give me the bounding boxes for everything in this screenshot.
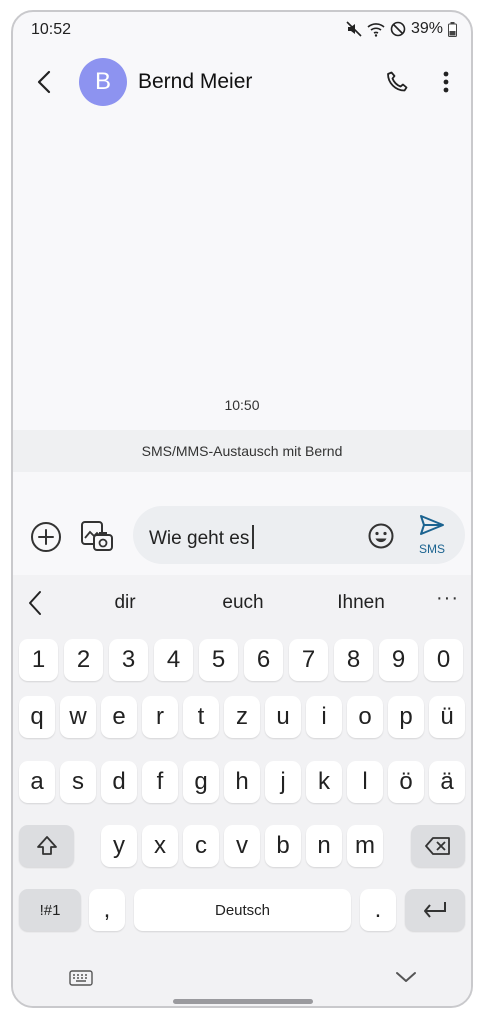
key-d[interactable]: d [101, 761, 137, 803]
app-bar: B Bernd Meier [13, 52, 471, 112]
chevron-down-icon[interactable] [395, 970, 417, 984]
back-button[interactable] [29, 66, 59, 98]
message-composer: Wie geht es SMS [13, 502, 471, 574]
key-x[interactable]: x [142, 825, 178, 867]
add-attachment-icon[interactable] [29, 520, 63, 554]
key-g[interactable]: g [183, 761, 219, 803]
key-1[interactable]: 1 [19, 639, 58, 681]
send-sms-button[interactable]: SMS [413, 514, 451, 558]
more-vertical-icon [443, 71, 449, 93]
status-bar: 10:52 39% [13, 12, 471, 52]
key-y[interactable]: y [101, 825, 137, 867]
key-j[interactable]: j [265, 761, 301, 803]
do-not-disturb-icon [390, 21, 406, 37]
key-0[interactable]: 0 [424, 639, 463, 681]
key-s[interactable]: s [60, 761, 96, 803]
key-o-umlaut[interactable]: ö [388, 761, 424, 803]
send-label: SMS [418, 542, 445, 556]
home-indicator[interactable] [173, 999, 313, 1004]
key-o[interactable]: o [347, 696, 383, 738]
period-key[interactable]: . [360, 889, 396, 931]
more-options-button[interactable] [433, 66, 459, 98]
suggestion-3[interactable]: Ihnen [316, 592, 406, 614]
message-input-text[interactable]: Wie geht es [149, 525, 254, 550]
shift-key[interactable] [19, 825, 74, 867]
message-timestamp: 10:50 [224, 397, 260, 413]
key-z[interactable]: z [224, 696, 260, 738]
key-q[interactable]: q [19, 696, 55, 738]
keyboard: dir euch Ihnen ··· 1 2 3 4 5 6 7 8 9 0 q… [13, 575, 471, 1006]
chevron-left-icon [37, 70, 51, 94]
emoji-icon[interactable] [367, 522, 395, 550]
key-w[interactable]: w [60, 696, 96, 738]
key-k[interactable]: k [306, 761, 342, 803]
key-v[interactable]: v [224, 825, 260, 867]
key-3[interactable]: 3 [109, 639, 148, 681]
key-5[interactable]: 5 [199, 639, 238, 681]
key-t[interactable]: t [183, 696, 219, 738]
key-i[interactable]: i [306, 696, 342, 738]
key-h[interactable]: h [224, 761, 260, 803]
key-f[interactable]: f [142, 761, 178, 803]
key-a-umlaut[interactable]: ä [429, 761, 465, 803]
battery-level: 39% [410, 20, 443, 37]
backspace-icon [425, 837, 450, 855]
send-icon [420, 515, 444, 535]
key-2[interactable]: 2 [64, 639, 103, 681]
navigation-bar [13, 948, 471, 1006]
key-m[interactable]: m [347, 825, 383, 867]
symbols-key[interactable]: !#1 [19, 889, 81, 931]
key-a[interactable]: a [19, 761, 55, 803]
key-e[interactable]: e [101, 696, 137, 738]
key-u[interactable]: u [265, 696, 301, 738]
key-u-umlaut[interactable]: ü [429, 696, 465, 738]
wifi-icon [367, 21, 385, 37]
suggestion-more-button[interactable]: ··· [436, 587, 459, 610]
key-b[interactable]: b [265, 825, 301, 867]
battery-icon [448, 21, 457, 37]
contact-avatar[interactable]: B [79, 58, 127, 106]
key-n[interactable]: n [306, 825, 342, 867]
gallery-camera-icon[interactable] [79, 518, 115, 554]
key-p[interactable]: p [388, 696, 424, 738]
key-8[interactable]: 8 [334, 639, 373, 681]
key-r[interactable]: r [142, 696, 178, 738]
key-9[interactable]: 9 [379, 639, 418, 681]
key-7[interactable]: 7 [289, 639, 328, 681]
space-key[interactable]: Deutsch [134, 889, 351, 931]
phone-icon [387, 71, 408, 92]
mute-icon [346, 21, 362, 37]
keyboard-icon[interactable] [69, 970, 93, 986]
contact-name[interactable]: Bernd Meier [138, 70, 252, 94]
status-time: 10:52 [31, 21, 72, 38]
suggestion-2[interactable]: euch [198, 592, 288, 614]
key-4[interactable]: 4 [154, 639, 193, 681]
suggestion-bar: dir euch Ihnen ··· [13, 575, 471, 631]
key-6[interactable]: 6 [244, 639, 283, 681]
key-l[interactable]: l [347, 761, 383, 803]
phone-screen: 10:52 39% B Bernd Meier 10:50 SMS/MMS-Au… [11, 10, 473, 1008]
comma-key[interactable]: , [89, 889, 125, 931]
key-c[interactable]: c [183, 825, 219, 867]
enter-key[interactable] [405, 889, 465, 931]
sms-exchange-banner: SMS/MMS-Austausch mit Bernd [13, 430, 471, 472]
backspace-key[interactable] [411, 825, 465, 867]
text-caret [252, 525, 254, 549]
suggestion-1[interactable]: dir [80, 592, 170, 614]
enter-icon [424, 902, 446, 918]
shift-arrow-icon [36, 836, 57, 855]
call-button[interactable] [381, 66, 413, 98]
status-icons: 39% [346, 20, 457, 38]
message-input[interactable]: Wie geht es SMS [133, 506, 465, 564]
suggestion-collapse-icon[interactable] [27, 590, 43, 616]
